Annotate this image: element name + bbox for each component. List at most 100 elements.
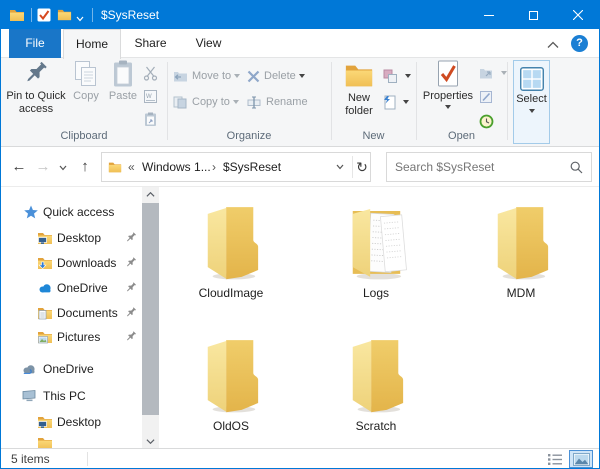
move-to-icon	[173, 70, 188, 83]
qat-separator	[92, 8, 93, 22]
sidebar-item-this-pc-desktop[interactable]: Desktop	[1, 410, 141, 434]
properties-label: Properties	[421, 90, 475, 103]
easy-access-icon	[383, 95, 396, 110]
copy-to-label: Copy to	[192, 96, 230, 108]
breadcrumb-collapsed[interactable]: «	[128, 160, 135, 174]
select-button[interactable]: Select	[513, 60, 550, 144]
file-item-scratch[interactable]: Scratch	[321, 332, 431, 433]
copy-label: Copy	[69, 90, 103, 103]
up-button[interactable]: ↑	[75, 157, 95, 177]
help-button[interactable]: ?	[571, 35, 588, 52]
file-item-mdm[interactable]: MDM	[466, 199, 576, 300]
group-divider	[331, 62, 332, 140]
open-button[interactable]	[479, 63, 507, 83]
paste-button[interactable]: Paste	[105, 60, 141, 103]
dropdown-arrow	[234, 74, 240, 78]
qat-new-folder-icon[interactable]	[57, 7, 72, 25]
search-input[interactable]	[395, 154, 565, 180]
folder-icon	[345, 332, 407, 414]
dropdown-arrow	[445, 105, 451, 109]
app-folder-icon	[9, 7, 25, 26]
new-folder-button[interactable]: New folder	[337, 60, 381, 118]
file-item-logs[interactable]: Logs	[321, 199, 431, 300]
file-list[interactable]: CloudImage Logs MDM OldOS Scratch	[161, 187, 600, 448]
maximize-button[interactable]	[511, 1, 556, 29]
sidebar-item-pictures[interactable]: Pictures	[1, 325, 141, 349]
sidebar-item-onedrive-pinned[interactable]: OneDrive	[1, 276, 141, 300]
move-to-label: Move to	[192, 70, 231, 82]
onedrive-cloud-icon	[37, 280, 53, 296]
details-view-button[interactable]	[543, 450, 567, 468]
chevron-up-icon	[146, 192, 155, 197]
maximize-icon	[529, 11, 538, 20]
dropdown-arrow	[299, 74, 305, 78]
properties-button[interactable]: Properties	[421, 60, 475, 109]
minimize-button[interactable]	[466, 1, 511, 29]
address-folder-icon	[108, 160, 122, 177]
sidebar-scrollbar[interactable]	[142, 187, 159, 448]
back-button[interactable]: ←	[9, 157, 29, 177]
tab-share[interactable]: Share	[122, 29, 179, 58]
sidebar-item-onedrive[interactable]: OneDrive	[1, 357, 141, 381]
main-area: Quick access Desktop Downloads	[1, 187, 599, 448]
sidebar-item-this-pc[interactable]: This PC	[1, 384, 141, 408]
close-button[interactable]	[555, 1, 600, 29]
collapse-ribbon-button[interactable]	[547, 38, 561, 50]
copy-path-icon: W	[143, 89, 158, 104]
folder-icon	[37, 437, 53, 448]
refresh-button[interactable]: ↻	[353, 153, 371, 181]
edit-button[interactable]	[479, 87, 497, 107]
breadcrumb-parent[interactable]: Windows 1...	[142, 160, 211, 174]
sidebar-item-downloads[interactable]: Downloads	[1, 251, 141, 275]
address-dropdown-button[interactable]	[330, 153, 350, 181]
dropdown-arrow	[233, 100, 239, 104]
title-bar[interactable]: $SysReset	[1, 1, 599, 29]
rename-label: Rename	[266, 96, 308, 108]
sidebar-item-desktop[interactable]: Desktop	[1, 226, 141, 250]
history-button[interactable]	[479, 111, 498, 131]
search-box[interactable]	[386, 152, 592, 182]
tab-home[interactable]: Home	[63, 29, 121, 59]
pictures-folder-icon	[37, 329, 53, 345]
new-item-button[interactable]	[383, 66, 411, 86]
scroll-up-button[interactable]	[142, 187, 159, 201]
search-icon[interactable]	[570, 161, 583, 177]
pin-icon	[125, 282, 137, 294]
recent-locations-button[interactable]	[56, 157, 70, 177]
file-item-cloudimage[interactable]: CloudImage	[176, 199, 286, 300]
forward-button[interactable]: →	[33, 157, 53, 177]
paste-shortcut-button[interactable]	[143, 109, 162, 129]
window-title: $SysReset	[101, 8, 159, 22]
breadcrumb-current[interactable]: $SysReset	[223, 160, 281, 174]
chevron-down-icon	[146, 439, 155, 444]
copy-button[interactable]: Copy	[69, 60, 103, 103]
ribbon: Pin to Quick access Copy Paste	[1, 58, 599, 147]
qat-properties-icon[interactable]	[37, 8, 51, 25]
group-divider	[167, 62, 168, 140]
file-label: MDM	[466, 286, 576, 300]
new-folder-label: New folder	[337, 92, 381, 118]
easy-access-button[interactable]	[383, 92, 409, 112]
copy-path-button[interactable]: W	[143, 86, 162, 106]
pin-icon	[125, 257, 137, 269]
file-item-oldos[interactable]: OldOS	[176, 332, 286, 433]
sidebar-item-partial[interactable]	[1, 437, 141, 448]
pin-to-quick-access-button[interactable]: Pin to Quick access	[5, 60, 67, 116]
delete-button[interactable]: Delete	[247, 66, 305, 86]
copy-to-button[interactable]: Copy to	[173, 92, 239, 112]
group-divider	[416, 62, 417, 140]
pushpin-icon	[23, 60, 49, 88]
thumbnail-view-button[interactable]	[569, 450, 593, 468]
sidebar-item-documents[interactable]: Documents	[1, 301, 141, 325]
tab-file[interactable]: File	[9, 29, 61, 58]
explorer-window: $SysReset File Home Share View ? Pin to …	[0, 0, 600, 469]
scrollbar-thumb[interactable]	[142, 203, 159, 415]
move-to-button[interactable]: Move to	[173, 66, 240, 86]
qat-customize-arrow-icon[interactable]	[76, 11, 84, 25]
address-bar[interactable]: « Windows 1... › $SysReset ↻	[101, 152, 371, 182]
cut-button[interactable]	[143, 63, 162, 83]
rename-button[interactable]: Rename	[247, 92, 308, 112]
sidebar-item-quick-access[interactable]: Quick access	[1, 200, 141, 224]
tab-view[interactable]: View	[180, 29, 237, 58]
scroll-down-button[interactable]	[142, 434, 159, 448]
